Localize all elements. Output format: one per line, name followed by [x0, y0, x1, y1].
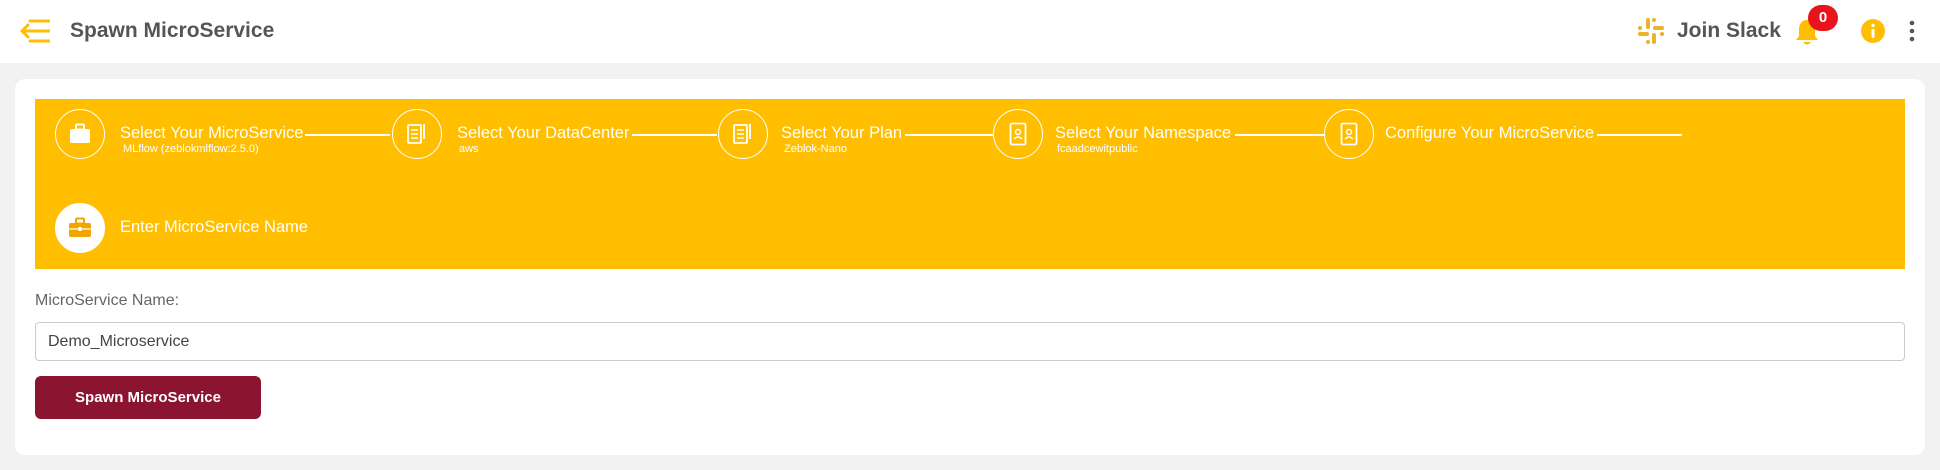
- document-icon: [733, 124, 751, 144]
- join-slack-link[interactable]: Join Slack: [1637, 14, 1781, 48]
- info-icon[interactable]: [1860, 18, 1886, 44]
- step-2-subtitle: aws: [459, 143, 479, 155]
- slack-icon: [1638, 18, 1664, 44]
- microservice-name-input[interactable]: [35, 322, 1905, 361]
- step-1-circle[interactable]: [55, 109, 105, 159]
- more-options-icon[interactable]: [1904, 19, 1920, 43]
- main-card: Select Your MicroService MLflow (zeblokm…: [15, 79, 1925, 455]
- briefcase-icon: [70, 123, 90, 143]
- step-connector: [1235, 134, 1324, 136]
- step-connector: [632, 134, 717, 136]
- microservice-name-label: MicroService Name:: [35, 292, 180, 309]
- top-bar: Spawn MicroService Join Slack 0: [0, 0, 1940, 63]
- step-connector: [305, 134, 390, 136]
- step-4-title[interactable]: Select Your Namespace: [1055, 124, 1231, 143]
- step-2-title[interactable]: Select Your DataCenter: [457, 124, 629, 143]
- step-connector: [1597, 134, 1682, 136]
- step-3-subtitle: Zeblok-Nano: [784, 143, 847, 155]
- menu-back-icon[interactable]: [20, 16, 50, 46]
- step-6-title[interactable]: Enter MicroService Name: [120, 218, 308, 237]
- notification-badge: 0: [1808, 5, 1838, 31]
- step-connector: [905, 134, 993, 136]
- stepper: Select Your MicroService MLflow (zeblokm…: [35, 99, 1905, 269]
- document-icon: [407, 124, 425, 144]
- step-4-circle[interactable]: [993, 109, 1043, 159]
- step-6-circle[interactable]: [55, 203, 105, 253]
- step-2-circle[interactable]: [392, 109, 442, 159]
- step-5-title[interactable]: Configure Your MicroService: [1385, 124, 1594, 143]
- briefcase-icon: [69, 217, 91, 237]
- step-4-subtitle: fcaadcewitpublic: [1057, 143, 1138, 155]
- id-badge-icon: [1340, 122, 1358, 146]
- step-3-circle[interactable]: [718, 109, 768, 159]
- page-title: Spawn MicroService: [70, 19, 275, 42]
- step-3-title[interactable]: Select Your Plan: [781, 124, 902, 143]
- step-5-circle[interactable]: [1324, 109, 1374, 159]
- id-badge-icon: [1009, 122, 1027, 146]
- step-1-title[interactable]: Select Your MicroService: [120, 124, 303, 143]
- join-slack-label: Join Slack: [1677, 19, 1781, 42]
- step-1-subtitle: MLflow (zeblokmlflow:2.5.0): [123, 143, 259, 155]
- spawn-microservice-button[interactable]: Spawn MicroService: [35, 376, 261, 419]
